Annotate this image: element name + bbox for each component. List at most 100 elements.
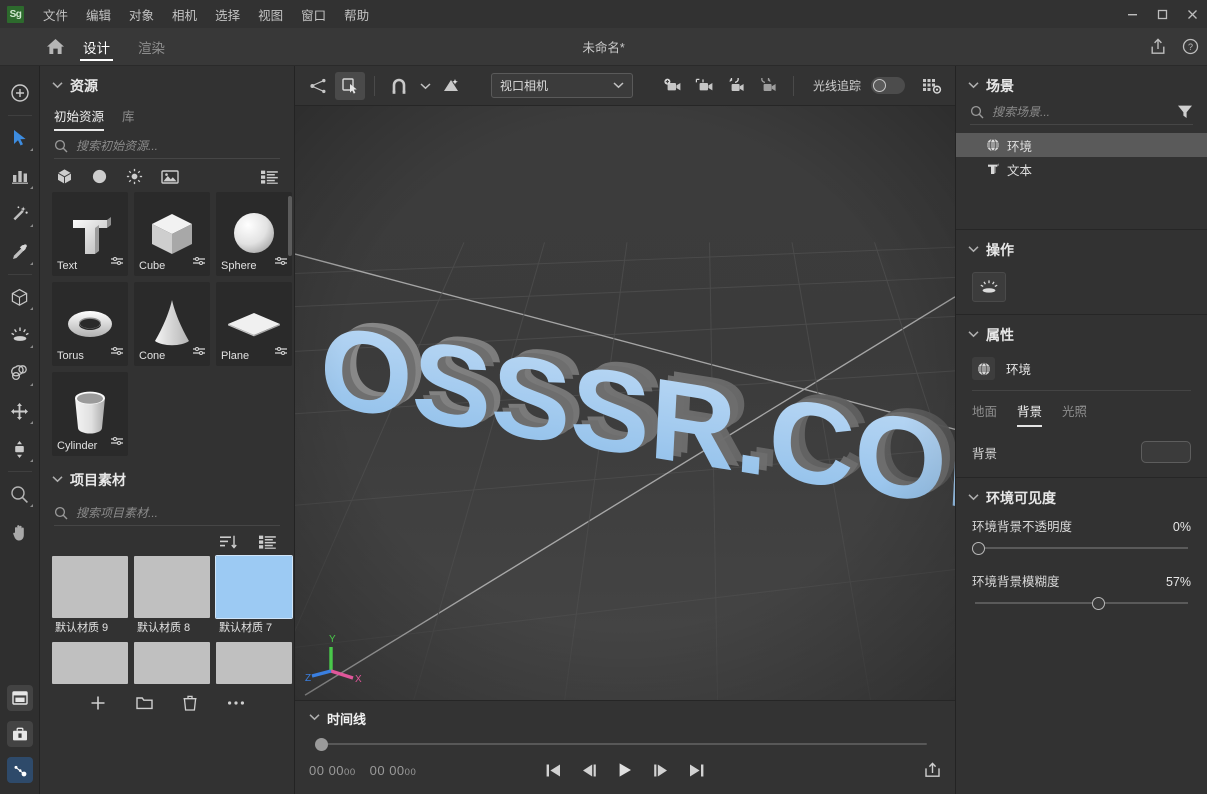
chevron-down-icon[interactable] [416,72,434,100]
zoom-icon[interactable] [3,477,37,511]
menu-window[interactable]: 窗口 [292,1,335,28]
asset-settings-icon[interactable] [193,253,205,271]
asset-cylinder[interactable]: Cylinder [52,372,128,456]
tab-lighting[interactable]: 光照 [1062,401,1087,427]
home-icon[interactable] [46,38,65,55]
asset-cube[interactable]: Cube [134,192,210,276]
tab-render[interactable]: 渲染 [128,28,175,66]
actions-section-header[interactable]: 操作 [956,230,1207,268]
menu-help[interactable]: 帮助 [335,1,378,28]
frame-camera-icon[interactable] [690,72,720,100]
magnet-icon[interactable] [384,72,414,100]
material-filter-icon[interactable] [91,168,108,185]
scene-section-header[interactable]: 场景 [956,66,1207,104]
play-icon[interactable] [617,762,633,778]
transform-bars-icon[interactable] [3,159,37,193]
trash-icon[interactable] [183,695,197,711]
timeline-header[interactable]: 时间线 [309,701,941,732]
scene-item-environment[interactable]: 环境 [956,133,1207,157]
magic-wand-icon[interactable] [3,197,37,231]
menu-file[interactable]: 文件 [34,1,77,28]
material-swatch[interactable] [134,642,210,684]
project-materials-header[interactable]: 项目素材 [40,464,294,498]
sort-icon[interactable] [220,535,237,549]
select-arrow-icon[interactable] [3,121,37,155]
funnel-icon[interactable] [1177,104,1193,119]
materials-search-row[interactable] [54,506,280,526]
asset-text[interactable]: Text [52,192,128,276]
cube-icon[interactable] [3,280,37,314]
toolbox-icon[interactable] [6,721,33,747]
object-move-icon[interactable] [303,72,333,100]
asset-cone[interactable]: Cone [134,282,210,366]
share-icon[interactable] [1150,38,1166,55]
material-swatch[interactable] [52,642,128,684]
asset-plane[interactable]: Plane [216,282,292,366]
nodes-icon[interactable] [6,757,33,783]
export-icon[interactable] [924,762,941,778]
scene-item-text[interactable]: 文本 [956,157,1207,181]
render-settings-icon[interactable] [917,72,947,100]
help-circle-icon[interactable]: ? [1182,38,1199,55]
more-icon[interactable] [227,700,245,706]
asset-torus[interactable]: Torus [52,282,128,366]
environment-visibility-header[interactable]: 环境可见度 [956,478,1207,516]
environment-light-icon[interactable] [972,272,1006,302]
asset-settings-icon[interactable] [275,343,287,361]
step-back-icon[interactable] [581,763,597,778]
light-filter-icon[interactable] [126,168,143,185]
list-view-icon[interactable] [259,535,276,549]
asset-settings-icon[interactable] [275,253,287,271]
step-forward-icon[interactable] [653,763,669,778]
subtab-library[interactable]: 库 [122,106,135,131]
material-swatch-selected[interactable]: 默认材质 7 [215,555,293,634]
snap-to-object-icon[interactable] [335,71,365,100]
move-icon[interactable] [3,394,37,428]
subtab-starter-assets[interactable]: 初始资源 [54,106,105,131]
asset-settings-icon[interactable] [193,343,205,361]
close-button[interactable] [1177,0,1207,28]
assets-section-header[interactable]: 资源 [40,66,294,104]
eyedropper-icon[interactable] [3,235,37,269]
cube-filter-icon[interactable] [56,168,73,185]
skip-end-icon[interactable] [689,763,705,778]
skip-start-icon[interactable] [545,763,561,778]
maximize-button[interactable] [1147,0,1177,28]
plus-circle-icon[interactable] [3,76,37,110]
material-swatch[interactable] [216,642,292,684]
slider-knob[interactable] [972,541,985,555]
light-place-icon[interactable] [436,72,466,100]
menu-edit[interactable]: 编辑 [77,1,120,28]
menu-select[interactable]: 选择 [206,1,249,28]
window-icon[interactable] [6,685,33,711]
minimize-button[interactable] [1117,0,1147,28]
camera-undo-icon[interactable] [722,72,752,100]
slider-track[interactable] [972,539,1191,557]
camera-redo-icon[interactable] [754,72,784,100]
image-filter-icon[interactable] [161,169,179,185]
assets-search-row[interactable] [54,139,280,159]
material-icon[interactable] [3,356,37,390]
asset-sphere[interactable]: Sphere [216,192,292,276]
scene-search-input[interactable] [992,104,1169,119]
material-swatch[interactable]: 默认材质 9 [52,556,128,634]
assets-scrollbar[interactable] [288,196,292,256]
materials-search-input[interactable] [76,506,280,520]
material-swatch[interactable]: 默认材质 8 [134,556,210,634]
raytrace-toggle[interactable] [870,77,905,94]
asset-settings-icon[interactable] [111,343,123,361]
folder-icon[interactable] [135,696,153,710]
tab-design[interactable]: 设计 [73,28,120,66]
menu-camera[interactable]: 相机 [163,1,206,28]
slider-track[interactable] [972,594,1191,612]
timeline-scrubber[interactable] [313,736,937,752]
asset-settings-icon[interactable] [111,433,123,451]
background-color-swatch[interactable] [1141,441,1191,463]
scale-icon[interactable] [3,432,37,466]
viewport-3d[interactable]: OSSSR.COM OSSSR.COM OSSSR.COM Y X Z [295,106,955,700]
slider-knob[interactable] [1092,596,1106,610]
light-icon[interactable] [3,318,37,352]
scene-search-row[interactable] [970,104,1193,125]
tab-ground[interactable]: 地面 [972,401,997,427]
asset-settings-icon[interactable] [111,253,123,271]
